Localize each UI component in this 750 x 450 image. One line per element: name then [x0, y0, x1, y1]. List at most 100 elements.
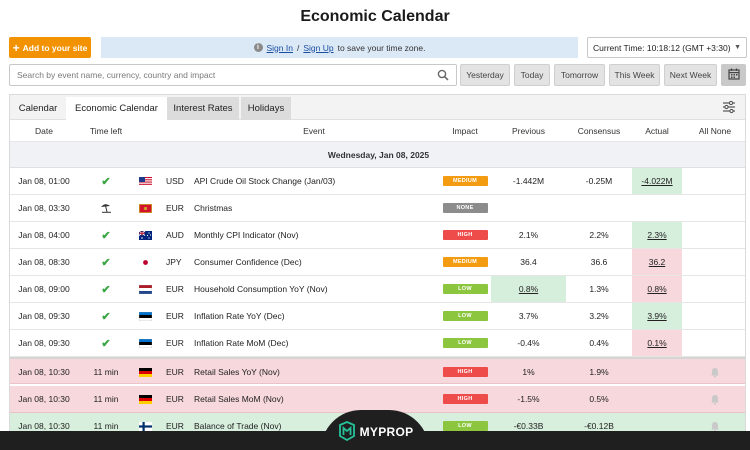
next-week-button[interactable]: Next Week — [664, 64, 717, 86]
add-to-site-button[interactable]: + Add to your site — [9, 37, 91, 58]
row-previous: 0.8% — [491, 276, 566, 302]
myprop-logo-icon — [337, 421, 357, 443]
row-event[interactable]: Christmas — [194, 195, 434, 221]
impact-badge: LOW — [440, 303, 490, 329]
row-date: Jan 08, 10:30 — [18, 367, 70, 377]
col-impact[interactable]: Impact — [440, 120, 490, 142]
calendar-icon — [727, 68, 740, 82]
this-week-button[interactable]: This Week — [609, 64, 660, 86]
sign-up-link[interactable]: Sign Up — [303, 43, 333, 53]
bell-icon[interactable] — [705, 359, 725, 385]
row-consensus: 1.9% — [589, 367, 609, 377]
tab-holidays[interactable]: Holidays — [241, 97, 291, 120]
table-row[interactable]: Jan 08, 01:00 ✔ USD API Crude Oil Stock … — [10, 168, 745, 195]
row-previous: -1.442M — [512, 176, 545, 186]
row-currency: JPY — [166, 257, 182, 267]
col-all-none[interactable]: All None — [686, 120, 744, 142]
row-date: Jan 08, 08:30 — [18, 257, 70, 267]
row-consensus — [566, 195, 632, 221]
page-title: Economic Calendar — [300, 8, 450, 25]
flag-de-icon — [138, 386, 152, 412]
table-row[interactable]: Jan 08, 09:30 ✔ EUR Inflation Rate MoM (… — [10, 330, 745, 357]
row-previous: 3.7% — [518, 311, 539, 321]
row-date: Jan 08, 10:30 — [18, 394, 70, 404]
flag-nl-icon — [138, 276, 152, 302]
logo-text: MYPROP — [359, 425, 414, 439]
row-currency: EUR — [166, 311, 184, 321]
row-event[interactable]: Retail Sales MoM (Nov) — [194, 386, 434, 412]
row-time-left: 11 min — [93, 367, 119, 377]
tab-interest-rates[interactable]: Interest Rates — [167, 97, 239, 120]
add-to-site-label: Add to your site — [22, 42, 88, 53]
released-check-icon: ✔ — [101, 175, 111, 188]
released-check-icon: ✔ — [101, 337, 111, 350]
tab-economic-calendar[interactable]: Economic Calendar — [66, 97, 167, 120]
row-date: Jan 08, 03:30 — [18, 203, 70, 213]
row-date: Jan 08, 09:30 — [18, 338, 70, 348]
row-event[interactable]: Inflation Rate MoM (Dec) — [194, 330, 434, 356]
row-consensus: 3.2% — [589, 311, 609, 321]
col-actual[interactable]: Actual — [632, 120, 682, 142]
row-consensus: -0.25M — [585, 176, 613, 186]
col-date[interactable]: Date — [10, 120, 78, 142]
row-consensus: 1.3% — [589, 284, 609, 294]
row-previous: 1% — [522, 367, 535, 377]
plus-icon: + — [12, 40, 20, 55]
impact-badge: NONE — [440, 195, 490, 221]
row-date: Jan 08, 09:30 — [18, 311, 70, 321]
filter-settings-icon[interactable] — [722, 100, 736, 114]
row-date: Jan 08, 01:00 — [18, 176, 70, 186]
col-consensus[interactable]: Consensus — [566, 120, 632, 142]
released-check-icon: ✔ — [101, 310, 111, 323]
row-event[interactable]: Retail Sales YoY (Nov) — [194, 359, 434, 385]
search-icon[interactable] — [437, 69, 449, 81]
impact-badge: HIGH — [440, 359, 490, 385]
table-row[interactable]: Jan 08, 09:00 ✔ EUR Household Consumptio… — [10, 276, 745, 303]
col-time-left[interactable]: Time left — [78, 120, 134, 142]
tab-calendar[interactable]: Calendar — [12, 97, 64, 120]
impact-badge: MEDIUM — [440, 249, 490, 275]
row-currency: EUR — [166, 394, 184, 404]
row-event[interactable]: Consumer Confidence (Dec) — [194, 249, 434, 275]
search-input[interactable]: Search by event name, currency, country … — [9, 64, 457, 86]
signin-suffix: to save your time zone. — [337, 42, 426, 53]
row-actual — [632, 359, 682, 385]
signin-slash: / — [296, 42, 300, 53]
table-row[interactable]: Jan 08, 10:30 11 min EUR Retail Sales Yo… — [10, 357, 745, 385]
col-event[interactable]: Event — [194, 120, 434, 142]
row-actual: 3.9% — [632, 303, 682, 329]
row-time-left: 11 min — [93, 394, 119, 404]
impact-badge: HIGH — [440, 386, 490, 412]
beach-icon — [78, 195, 134, 221]
row-actual: 0.8% — [632, 276, 682, 302]
calendar-picker-button[interactable] — [721, 64, 746, 86]
table-row[interactable]: Jan 08, 03:30 EUR Christmas NONE — [10, 195, 745, 222]
timezone-select[interactable]: Current Time: 10:18:12 (GMT +3:30) ▼ — [587, 37, 747, 58]
row-currency: EUR — [166, 284, 184, 294]
released-check-icon: ✔ — [101, 256, 111, 269]
released-check-icon: ✔ — [101, 283, 111, 296]
row-currency: AUD — [166, 230, 184, 240]
table-row[interactable]: Jan 08, 08:30 ✔ JPY Consumer Confidence … — [10, 249, 745, 276]
row-actual: -4.022M — [632, 168, 682, 194]
table-row[interactable]: Jan 08, 10:30 11 min EUR Retail Sales Mo… — [10, 386, 745, 413]
current-time-text: Current Time: 10:18:12 (GMT +3:30) — [593, 42, 731, 53]
row-event[interactable]: Inflation Rate YoY (Dec) — [194, 303, 434, 329]
row-event[interactable]: API Crude Oil Stock Change (Jan/03) — [194, 168, 434, 194]
tomorrow-button[interactable]: Tomorrow — [554, 64, 605, 86]
bell-icon[interactable] — [705, 386, 725, 412]
row-consensus: 36.6 — [590, 257, 608, 267]
row-date: Jan 08, 09:00 — [18, 284, 70, 294]
sign-in-link[interactable]: Sign In — [267, 43, 293, 53]
row-event[interactable]: Household Consumption YoY (Nov) — [194, 276, 434, 302]
table-row[interactable]: Jan 08, 04:00 ✔ AUD Monthly CPI Indicato… — [10, 222, 745, 249]
row-previous: 2.1% — [518, 230, 539, 240]
col-previous[interactable]: Previous — [491, 120, 566, 142]
today-button[interactable]: Today — [514, 64, 550, 86]
row-event[interactable]: Monthly CPI Indicator (Nov) — [194, 222, 434, 248]
signin-banner: i Sign In / Sign Up to save your time zo… — [101, 37, 578, 58]
row-consensus: 0.5% — [589, 394, 609, 404]
table-row[interactable]: Jan 08, 09:30 ✔ EUR Inflation Rate YoY (… — [10, 303, 745, 330]
yesterday-button[interactable]: Yesterday — [460, 64, 510, 86]
row-actual — [632, 195, 682, 221]
